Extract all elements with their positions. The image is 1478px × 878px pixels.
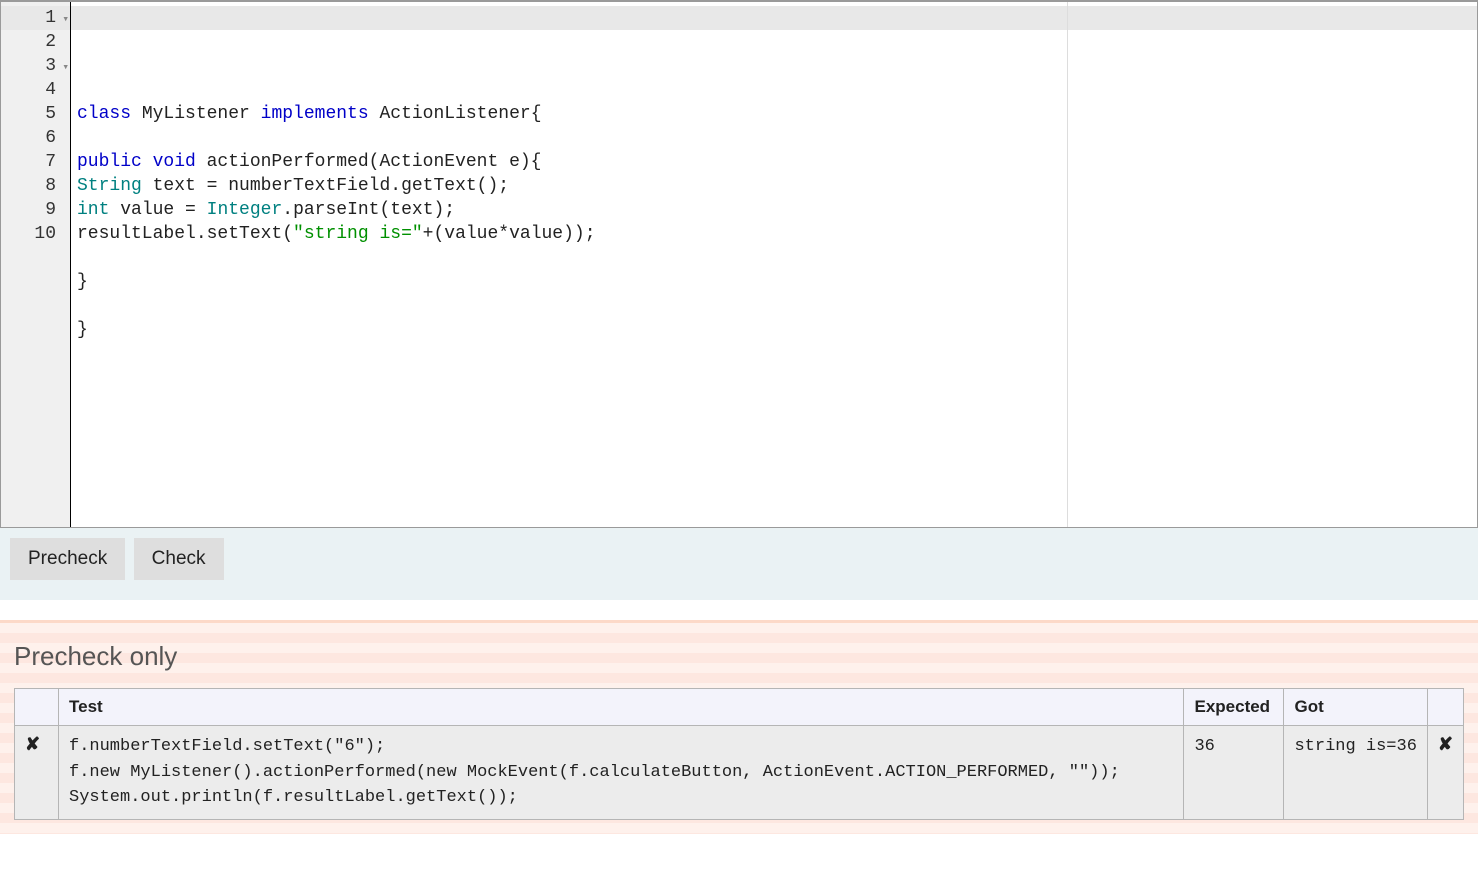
results-panel: Precheck only Test Expected Got ✘f.numbe… bbox=[0, 620, 1478, 834]
precheck-button[interactable]: Precheck bbox=[10, 538, 125, 580]
line-number: 7 bbox=[1, 150, 70, 174]
code-editor[interactable]: 12345678910 class MyListener implements … bbox=[0, 0, 1478, 528]
code-area[interactable]: class MyListener implements ActionListen… bbox=[71, 2, 1477, 527]
cell-expected: 36 bbox=[1184, 726, 1284, 820]
table-row: ✘f.numberTextField.setText("6"); f.new M… bbox=[15, 726, 1464, 820]
line-number: 10 bbox=[1, 222, 70, 246]
editor-gutter: 12345678910 bbox=[1, 2, 71, 527]
line-number: 3 bbox=[1, 54, 70, 78]
code-line[interactable]: public void actionPerformed(ActionEvent … bbox=[77, 150, 1477, 174]
header-expected: Expected bbox=[1184, 689, 1284, 726]
line-number: 8 bbox=[1, 174, 70, 198]
line-number: 2 bbox=[1, 30, 70, 54]
code-line[interactable]: resultLabel.setText("string is="+(value*… bbox=[77, 222, 1477, 246]
line-number: 5 bbox=[1, 102, 70, 126]
code-line[interactable]: } bbox=[77, 318, 1477, 342]
fail-icon: ✘ bbox=[15, 726, 59, 820]
code-line[interactable]: int value = Integer.parseInt(text); bbox=[77, 198, 1477, 222]
header-test: Test bbox=[59, 689, 1184, 726]
print-margin bbox=[1067, 2, 1068, 527]
line-number: 9 bbox=[1, 198, 70, 222]
code-line[interactable] bbox=[77, 246, 1477, 270]
header-status-right bbox=[1427, 689, 1463, 726]
spacer bbox=[0, 600, 1478, 620]
code-line[interactable]: class MyListener implements ActionListen… bbox=[77, 102, 1477, 126]
code-line[interactable]: } bbox=[77, 270, 1477, 294]
cell-test: f.numberTextField.setText("6"); f.new My… bbox=[59, 726, 1184, 820]
header-status bbox=[15, 689, 59, 726]
fail-icon: ✘ bbox=[1427, 726, 1463, 820]
results-heading: Precheck only bbox=[14, 641, 1464, 672]
active-line-highlight bbox=[71, 6, 1477, 30]
check-button[interactable]: Check bbox=[134, 538, 224, 580]
code-line[interactable] bbox=[77, 294, 1477, 318]
code-line[interactable] bbox=[77, 126, 1477, 150]
line-number: 6 bbox=[1, 126, 70, 150]
action-bar: Precheck Check bbox=[0, 528, 1478, 600]
header-got: Got bbox=[1284, 689, 1427, 726]
line-number: 1 bbox=[1, 6, 70, 30]
code-line[interactable]: String text = numberTextField.getText(); bbox=[77, 174, 1477, 198]
line-number: 4 bbox=[1, 78, 70, 102]
cell-got: string is=36 bbox=[1284, 726, 1427, 820]
results-table: Test Expected Got ✘f.numberTextField.set… bbox=[14, 688, 1464, 820]
